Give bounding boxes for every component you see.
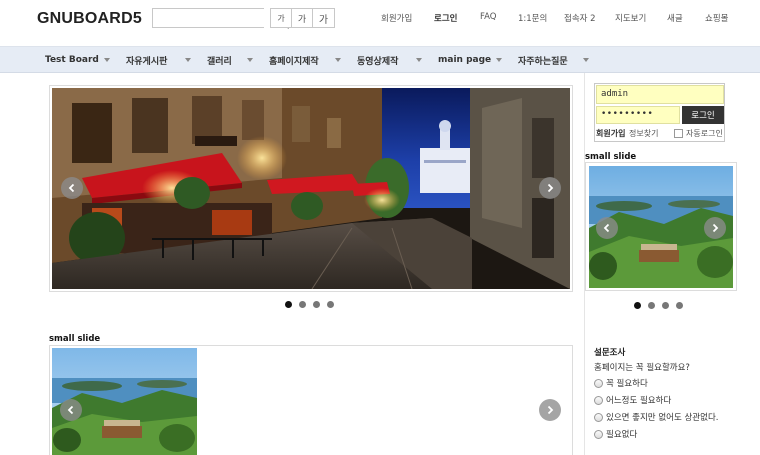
join-link[interactable]: 회원가입 bbox=[596, 128, 625, 139]
poll-option[interactable]: 있으면 좋지만 없어도 상관없다. bbox=[594, 412, 744, 424]
side-slider-prev-button[interactable] bbox=[596, 217, 618, 239]
top-nav-login[interactable]: 로그인 bbox=[434, 12, 457, 24]
slider-dot[interactable] bbox=[648, 302, 655, 309]
radio-button[interactable] bbox=[594, 430, 603, 439]
chevron-left-icon bbox=[67, 405, 74, 415]
small-slider-prev-button[interactable] bbox=[60, 399, 82, 421]
top-nav-new[interactable]: 새글 bbox=[667, 12, 683, 24]
menu-main-page[interactable]: main page bbox=[438, 47, 491, 73]
poll-option-label: 있으면 좋지만 없어도 상관없다. bbox=[606, 413, 719, 423]
top-nav-qa[interactable]: 1:1문의 bbox=[518, 12, 547, 24]
radio-button[interactable] bbox=[594, 413, 603, 422]
poll-option-label: 필요없다 bbox=[606, 430, 638, 440]
side-small-slider bbox=[585, 162, 737, 291]
slider-dot[interactable] bbox=[662, 302, 669, 309]
top-nav-join[interactable]: 회원가입 bbox=[381, 12, 412, 24]
small-slide-slider bbox=[49, 345, 573, 455]
poll-option[interactable]: 필요없다 bbox=[594, 429, 744, 441]
chevron-down-icon bbox=[416, 58, 422, 62]
main-slider bbox=[49, 85, 573, 292]
chevron-down-icon bbox=[104, 58, 110, 62]
chevron-left-icon bbox=[68, 183, 75, 193]
menu-free-board[interactable]: 자유게시판 bbox=[126, 47, 167, 73]
login-button[interactable]: 로그인 bbox=[682, 106, 724, 124]
menu-video[interactable]: 동영상제작 bbox=[357, 47, 398, 73]
chevron-left-icon bbox=[603, 223, 610, 233]
side-slide-image-island bbox=[589, 166, 733, 288]
slider-next-button[interactable] bbox=[539, 177, 561, 199]
top-nav-map[interactable]: 지도보기 bbox=[615, 12, 646, 24]
chevron-down-icon bbox=[496, 58, 502, 62]
auto-login-checkbox[interactable] bbox=[674, 129, 683, 138]
poll-option-label: 어느정도 필요하다 bbox=[606, 396, 672, 406]
auto-login-label: 자동로그인 bbox=[686, 129, 723, 138]
poll-title: 설문조사 bbox=[594, 348, 626, 358]
find-info-link[interactable]: 정보찾기 bbox=[629, 128, 658, 139]
chevron-right-icon bbox=[712, 223, 719, 233]
menu-test-board[interactable]: Test Board bbox=[45, 47, 99, 73]
radio-button[interactable] bbox=[594, 379, 603, 388]
side-slider-next-button[interactable] bbox=[704, 217, 726, 239]
slider-prev-button[interactable] bbox=[61, 177, 83, 199]
menu-homepage[interactable]: 홈페이지제작 bbox=[269, 47, 319, 73]
menu-gallery[interactable]: 갤러리 bbox=[207, 47, 232, 73]
slider-dot[interactable] bbox=[676, 302, 683, 309]
slider-dot[interactable] bbox=[299, 301, 306, 308]
poll-option[interactable]: 꼭 필요하다 bbox=[594, 378, 744, 390]
small-slider-next-button[interactable] bbox=[539, 399, 561, 421]
slider-dot[interactable] bbox=[313, 301, 320, 308]
top-nav: 회원가입 로그인 FAQ 1:1문의 접속자 2 지도보기 새글 쇼핑몰 bbox=[0, 12, 760, 26]
side-small-slide-title: small slide bbox=[585, 152, 637, 162]
top-nav-shop[interactable]: 쇼핑몰 bbox=[705, 12, 728, 24]
top-nav-faq[interactable]: FAQ bbox=[480, 12, 496, 22]
header: GNUBOARD5 검색 가 가 가 회원가입 로그인 FAQ 1:1문의 접속… bbox=[0, 0, 760, 46]
slider-dot[interactable] bbox=[634, 302, 641, 309]
login-password-field[interactable]: ••••••••• bbox=[596, 106, 680, 124]
login-links: 회원가입 정보찾기 자동로그인 bbox=[596, 128, 724, 140]
chevron-right-icon bbox=[547, 183, 554, 193]
radio-button[interactable] bbox=[594, 396, 603, 405]
login-id-field[interactable]: admin bbox=[596, 85, 724, 104]
menu-faq[interactable]: 자주하는질문 bbox=[518, 47, 568, 73]
small-slide-title: small slide bbox=[49, 334, 101, 344]
poll-option[interactable]: 어느정도 필요하다 bbox=[594, 395, 744, 407]
chevron-right-icon bbox=[547, 405, 554, 415]
main-menu-bar: Test Board 자유게시판 갤러리 홈페이지제작 동영상제작 main p… bbox=[0, 46, 760, 73]
chevron-down-icon bbox=[583, 58, 589, 62]
chevron-down-icon bbox=[247, 58, 253, 62]
slider-dot[interactable] bbox=[327, 301, 334, 308]
chevron-down-icon bbox=[335, 58, 341, 62]
poll-question: 홈페이지는 꼭 필요할까요? bbox=[594, 363, 690, 373]
slider-dot[interactable] bbox=[285, 301, 292, 308]
side-slider-pagination bbox=[634, 302, 690, 309]
slide-image-street bbox=[52, 88, 570, 289]
poll-option-label: 꼭 필요하다 bbox=[606, 379, 648, 389]
login-box: admin ••••••••• 로그인 회원가입 정보찾기 자동로그인 bbox=[594, 83, 725, 142]
chevron-down-icon bbox=[185, 58, 191, 62]
top-nav-connect[interactable]: 접속자 2 bbox=[564, 12, 596, 24]
main-slider-pagination bbox=[285, 301, 341, 308]
poll-section: 설문조사 홈페이지는 꼭 필요할까요? 꼭 필요하다 어느정도 필요하다 있으면… bbox=[594, 346, 744, 441]
